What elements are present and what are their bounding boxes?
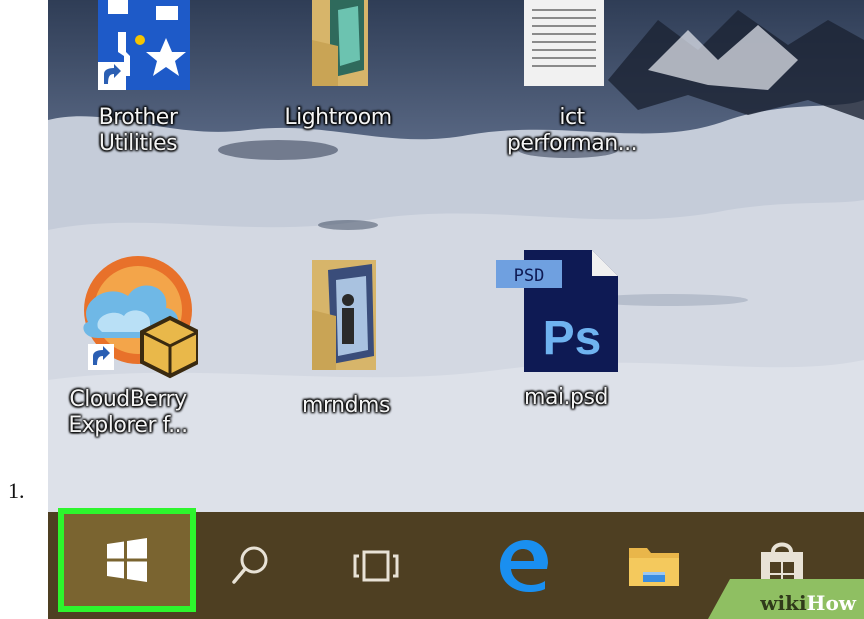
screenshot-frame: Brother Utilities Lightroom ict performa… <box>48 0 864 619</box>
desktop-icon-brother-utilities[interactable]: Brother Utilities <box>68 0 208 157</box>
edge-button[interactable] <box>484 512 564 619</box>
icon-label-line1: ict <box>559 105 585 130</box>
wikihow-watermark: wikiHow <box>760 591 856 615</box>
desktop-icon-mai-psd[interactable]: PSD Ps mai.psd <box>496 250 636 411</box>
icon-label-line1: mai.psd <box>524 385 608 410</box>
photoshop-glyph: Ps <box>543 312 602 365</box>
icon-label: Brother Utilities <box>68 105 208 157</box>
icon-label-line1: CloudBerry <box>69 387 187 412</box>
icon-label: mrndms <box>276 393 416 419</box>
psd-badge-text: PSD <box>514 266 545 286</box>
search-button[interactable] <box>210 512 290 619</box>
icon-label: ict performan... <box>502 105 642 157</box>
icon-label-line2: performan... <box>506 131 638 156</box>
task-view-icon <box>353 550 399 581</box>
file-explorer-button[interactable] <box>614 512 694 619</box>
icon-label-line1: Lightroom <box>284 105 392 130</box>
psd-file-icon: PSD Ps <box>496 250 618 372</box>
folder-icon <box>629 547 679 586</box>
edge-icon <box>500 539 548 592</box>
icon-label-line1: mrndms <box>302 393 390 418</box>
taskbar: wikiHow <box>48 508 864 619</box>
desktop-icon-lightroom[interactable]: Lightroom <box>268 0 408 131</box>
start-button[interactable] <box>58 508 196 612</box>
windows-logo-icon <box>107 538 147 582</box>
task-view-button[interactable] <box>336 512 416 619</box>
toolbox-shortcut-icon <box>98 0 190 90</box>
photo-folder-icon <box>312 0 368 86</box>
cloudberry-shortcut-icon <box>83 256 200 379</box>
icon-label: Lightroom <box>268 105 408 131</box>
search-icon <box>232 546 268 584</box>
desktop-icon-mrndms[interactable]: mrndms <box>276 260 416 419</box>
icon-label-line2: Utilities <box>98 131 178 156</box>
icon-label-line1: Brother <box>98 105 178 130</box>
watermark-how: How <box>806 591 856 615</box>
icon-label-line2: Explorer f... <box>68 413 188 438</box>
icon-label: mai.psd <box>496 385 636 411</box>
desktop-icon-cloudberry[interactable]: CloudBerry Explorer f... <box>58 252 200 439</box>
watermark-wiki: wiki <box>760 591 807 615</box>
icon-label: CloudBerry Explorer f... <box>58 387 198 439</box>
desktop-icon-ict-document[interactable]: ict performan... <box>502 0 642 157</box>
photo-folder-icon <box>312 260 376 370</box>
step-number: 1. <box>8 478 25 503</box>
document-icon <box>524 0 604 86</box>
